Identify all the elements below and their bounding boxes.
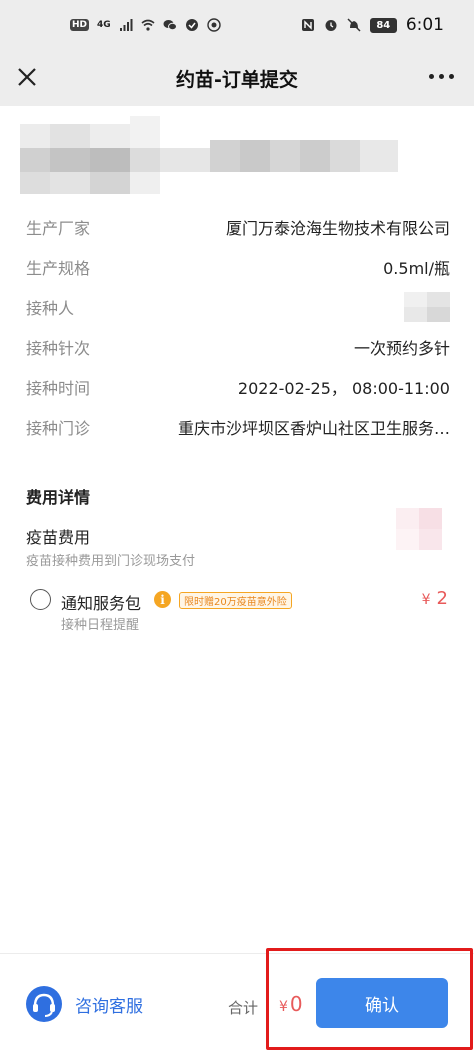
- total-label: 合计: [228, 999, 259, 1017]
- price-value: 2: [436, 588, 448, 609]
- total-amount: ¥0: [279, 992, 303, 1016]
- info-label: 接种门诊: [26, 419, 91, 438]
- blurred-vaccine-name: [20, 116, 398, 194]
- order-card: 生产厂家 厦门万泰沧海生物技术有限公司 生产规格 0.5ml/瓶 接种人 接种针…: [0, 106, 474, 953]
- info-value: 一次预约多针: [353, 339, 450, 358]
- customer-service-label[interactable]: 咨询客服: [75, 992, 143, 1017]
- info-icon[interactable]: i: [154, 591, 171, 608]
- status-time: 6:01: [405, 15, 444, 35]
- info-row-manufacturer: 生产厂家 厦门万泰沧海生物技术有限公司: [26, 212, 450, 242]
- info-label: 生产规格: [26, 259, 91, 278]
- wifi-icon: [141, 19, 155, 31]
- more-dot: [449, 74, 454, 79]
- wechat-icon: [163, 20, 177, 31]
- status-bar: HD 4G 84 6:01: [0, 0, 474, 50]
- service-package-name[interactable]: 通知服务包: [61, 590, 141, 614]
- mute-icon: [347, 18, 361, 32]
- network-type: 4G: [97, 20, 111, 30]
- info-label: 接种人: [26, 299, 75, 318]
- status-left: HD 4G: [70, 18, 221, 32]
- battery-icon: 84: [369, 17, 397, 33]
- vpn-icon: [185, 19, 198, 31]
- close-icon[interactable]: [14, 64, 40, 90]
- status-right: 84 6:01: [301, 15, 444, 35]
- nav-bar: 约苗-订单提交: [0, 50, 474, 106]
- page-title: 约苗-订单提交: [176, 68, 298, 91]
- currency-symbol: ¥: [421, 592, 431, 608]
- service-package-price: ¥2: [422, 588, 448, 609]
- info-value: 2022-02-25， 08:00-11:00: [237, 379, 450, 398]
- more-icon[interactable]: [429, 74, 454, 79]
- confirm-button[interactable]: 确认: [316, 978, 448, 1028]
- info-label: 接种针次: [26, 339, 91, 358]
- info-label: 接种时间: [26, 379, 91, 398]
- info-row-dose: 接种针次 一次预约多针: [26, 332, 450, 362]
- blurred-vaccine-fee: [396, 508, 442, 550]
- info-row-recipient: 接种人: [26, 292, 450, 322]
- alarm-icon: [325, 20, 337, 31]
- info-row-clinic: 接种门诊 重庆市沙坪坝区香炉山社区卫生服务…: [26, 412, 450, 442]
- info-value: 0.5ml/瓶: [383, 259, 450, 278]
- signal-icon: [119, 19, 133, 31]
- vaccine-fee-label: 疫苗费用: [26, 528, 91, 547]
- info-value: 重庆市沙坪坝区香炉山社区卫生服务…: [177, 419, 450, 438]
- bottom-bar: 咨询客服 合计 ¥0 确认: [0, 953, 474, 1053]
- camera-app-icon: [206, 18, 221, 32]
- customer-service-icon[interactable]: [25, 985, 63, 1023]
- more-dot: [429, 74, 434, 79]
- info-value: 厦门万泰沧海生物技术有限公司: [225, 219, 450, 238]
- fee-section-title: 费用详情: [26, 488, 91, 507]
- vaccine-fee-note: 疫苗接种费用到门诊现场支付: [26, 554, 196, 569]
- nfc-icon: [301, 19, 314, 31]
- insurance-promo-badge: 限时赠20万疫苗意外险: [179, 592, 292, 609]
- total-amount-value: 0: [289, 992, 303, 1016]
- service-package-description: 接种日程提醒: [61, 618, 140, 633]
- blurred-recipient-name: [404, 292, 450, 322]
- info-row-spec: 生产规格 0.5ml/瓶: [26, 252, 450, 282]
- more-dot: [439, 74, 444, 79]
- info-row-time: 接种时间 2022-02-25， 08:00-11:00: [26, 372, 450, 402]
- info-label: 生产厂家: [26, 219, 91, 238]
- service-package-radio[interactable]: [30, 589, 51, 610]
- hd-badge: HD: [70, 19, 90, 31]
- currency-symbol: ¥: [279, 999, 288, 1015]
